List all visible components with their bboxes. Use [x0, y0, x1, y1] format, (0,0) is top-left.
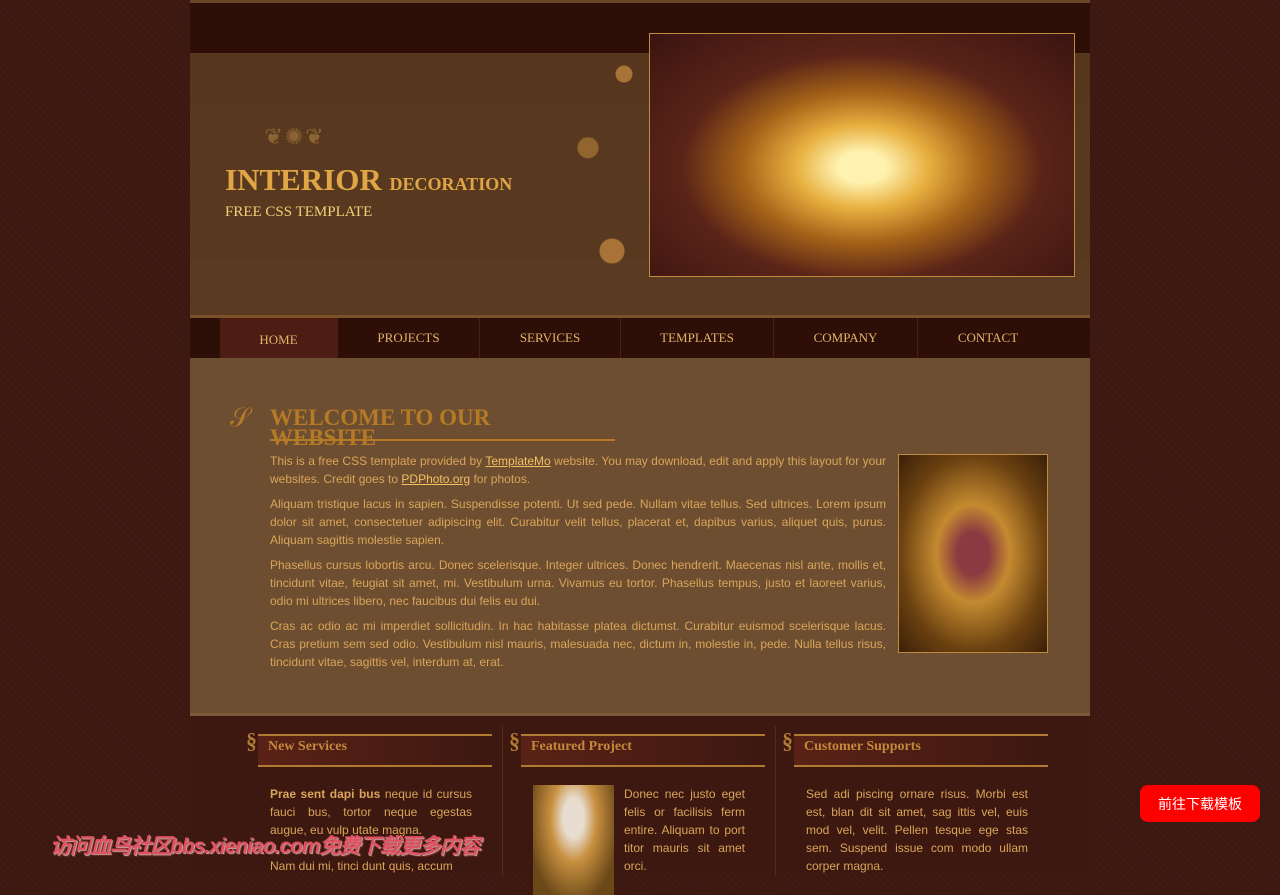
nav-company[interactable]: COMPANY	[774, 318, 918, 358]
watermark-text: 访问血鸟社区bbs.xieniao.com免费下载更多内容	[50, 835, 481, 858]
tagline: FREE CSS TEMPLATE	[225, 204, 373, 220]
nav-templates[interactable]: TEMPLATES	[621, 318, 774, 358]
main-text: This is a free CSS template provided by …	[270, 454, 887, 669]
header: ❦✺❦ INTERIOR DECORATION FREE CSS TEMPLAT…	[190, 0, 1090, 315]
curl-ornament-icon: 𝒮	[230, 403, 251, 433]
site-logo: INTERIOR DECORATION	[225, 162, 513, 197]
templatemo-link[interactable]: TemplateMo	[485, 454, 550, 468]
nav-projects[interactable]: PROJECTS	[338, 318, 480, 358]
featured-project-image[interactable]	[533, 785, 614, 895]
customer-supports-column: § Customer Supports Sed adi piscing ornar…	[782, 726, 1048, 876]
statue-image	[898, 454, 1048, 653]
curl-ornament-icon: §	[509, 728, 520, 753]
page-wrapper: ❦✺❦ INTERIOR DECORATION FREE CSS TEMPLAT…	[190, 0, 1090, 895]
nav-services[interactable]: SERVICES	[480, 318, 621, 358]
featured-project-column: § Featured Project Donec nec justo eget f…	[509, 726, 765, 895]
ornament-icon: ❦✺❦	[264, 125, 326, 150]
main-content: 𝒮 WELCOME TO OUR WEBSITE This is a free …	[190, 358, 1090, 713]
header-chandelier-image	[649, 33, 1075, 277]
pdphoto-link[interactable]: PDPhoto.org	[401, 472, 470, 486]
floral-decoration	[540, 15, 660, 310]
curl-ornament-icon: §	[246, 728, 257, 753]
main-nav: HOME PROJECTS SERVICES TEMPLATES COMPANY…	[190, 315, 1090, 362]
page-title: WELCOME TO OUR WEBSITE	[270, 405, 491, 450]
nav-home[interactable]: HOME	[220, 318, 338, 362]
curl-ornament-icon: §	[782, 728, 793, 753]
nav-contact[interactable]: CONTACT	[918, 318, 1058, 358]
download-template-button[interactable]: 前往下载模板	[1140, 785, 1260, 822]
